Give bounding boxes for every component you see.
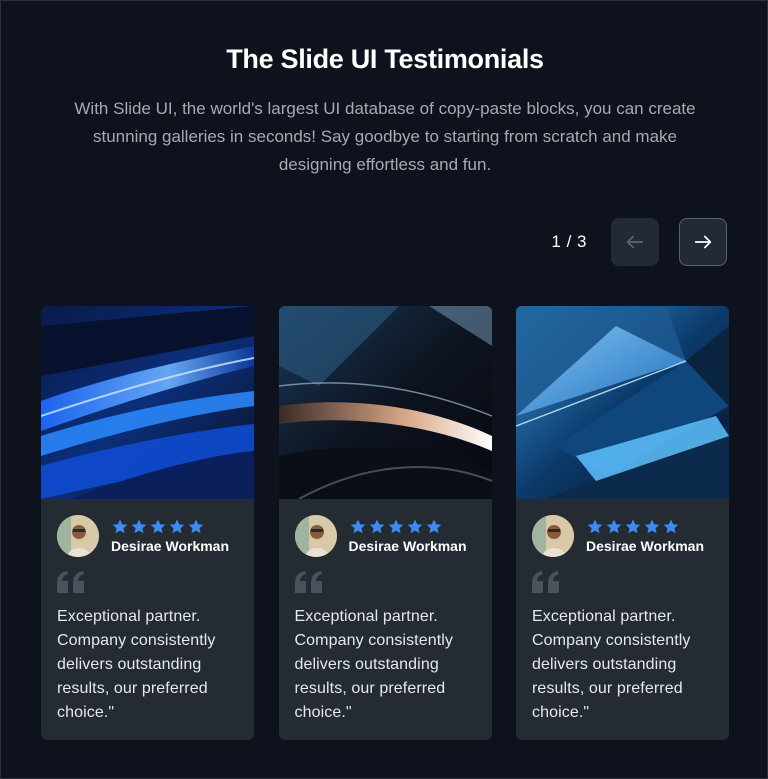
next-slide-button[interactable] (679, 218, 727, 266)
rating-stars (111, 518, 229, 536)
slide-counter: 1 / 3 (551, 232, 587, 251)
star-icon (131, 519, 147, 534)
page-title: The Slide UI Testimonials (226, 44, 544, 74)
testimonial-card: Desirae Workman Exceptional partner. Com… (41, 306, 254, 740)
carousel-pager: 1 / 3 (551, 218, 727, 266)
star-icon (150, 519, 166, 534)
star-icon (426, 519, 441, 534)
star-icon (112, 519, 128, 534)
rating-stars (586, 518, 704, 536)
avatar (294, 515, 337, 557)
star-icon (407, 519, 422, 534)
testimonial-card: Desirae Workman Exceptional partner. Com… (278, 306, 492, 740)
quote-icon (57, 571, 238, 595)
avatar (532, 515, 574, 557)
testimonial-quote: Exceptional partner. Company consistentl… (57, 608, 216, 721)
testimonial-list: Desirae Workman Exceptional partner. Com… (41, 306, 729, 740)
star-icon (188, 519, 204, 534)
abstract-blue-image (41, 306, 254, 499)
testimonial-card: Desirae Workman Exceptional partner. Com… (516, 306, 729, 740)
author-name: Desirae Workman (348, 538, 467, 554)
arrow-left-icon (626, 235, 644, 249)
star-icon (169, 519, 185, 534)
avatar (57, 515, 99, 557)
star-icon (625, 519, 641, 534)
quote-icon (532, 571, 713, 595)
arrow-right-icon (694, 235, 712, 249)
testimonial-quote: Exceptional partner. Company consistentl… (294, 608, 454, 721)
star-icon (369, 519, 384, 534)
star-icon (644, 519, 660, 534)
star-icon (350, 519, 365, 534)
author-name: Desirae Workman (111, 538, 230, 554)
testimonial-quote: Exceptional partner. Company consistentl… (532, 608, 691, 721)
abstract-metallic-image (278, 306, 492, 499)
star-icon (663, 519, 679, 534)
page-subtitle: With Slide UI, the world's largest UI da… (74, 99, 696, 174)
star-icon (587, 519, 603, 534)
previous-slide-button[interactable] (611, 218, 659, 266)
star-icon (388, 519, 403, 534)
author-name: Desirae Workman (586, 538, 705, 554)
rating-stars (349, 518, 467, 536)
star-icon (606, 519, 622, 534)
quote-icon (294, 571, 476, 595)
abstract-geometric-image (516, 306, 729, 499)
